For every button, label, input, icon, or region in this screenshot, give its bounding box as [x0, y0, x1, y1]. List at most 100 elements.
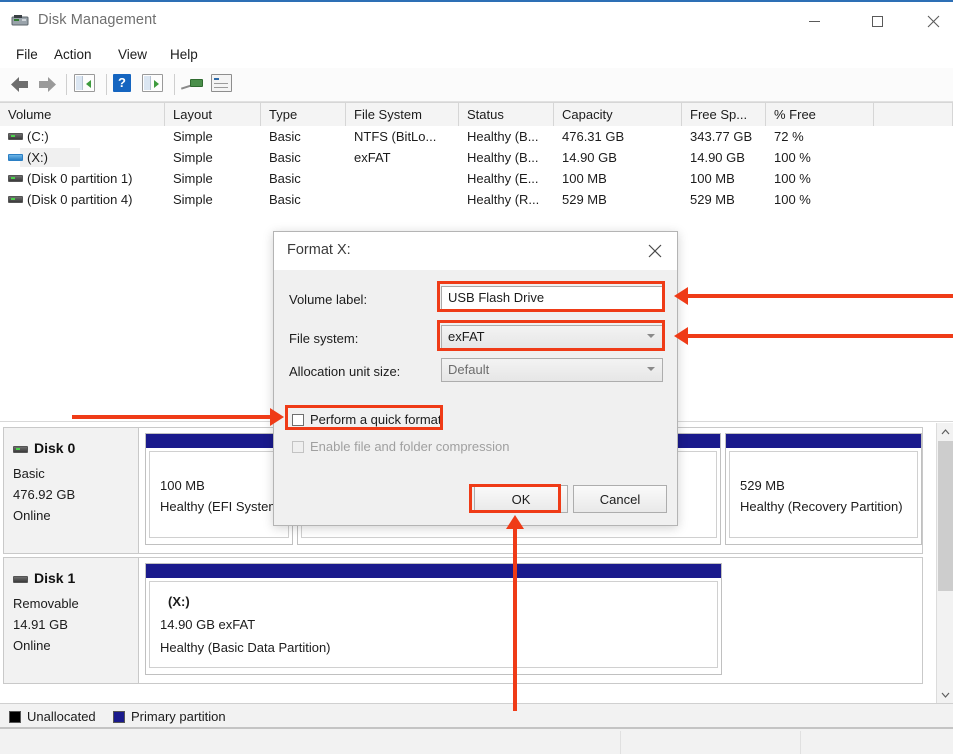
status-divider-2 — [800, 731, 801, 754]
cell-volume: (C:) — [27, 129, 49, 144]
disk-icon — [13, 446, 28, 453]
scrollbar-thumb[interactable] — [938, 441, 953, 591]
dialog-close-button[interactable] — [632, 232, 677, 269]
cell-file-system: NTFS (BitLo... — [354, 129, 437, 144]
disk-row-1[interactable]: Disk 1 Removable 14.91 GB Online (X:) 14… — [3, 557, 923, 684]
disk-partitions-1: (X:) 14.90 GB exFAT Healthy (Basic Data … — [140, 558, 922, 683]
cell-layout: Simple — [173, 129, 213, 144]
drive-icon-dark — [8, 196, 23, 203]
toolbar-separator-2 — [106, 74, 107, 95]
cancel-button[interactable]: Cancel — [573, 485, 667, 513]
cell-type: Basic — [269, 192, 301, 207]
column-header-file-system[interactable]: File System — [346, 103, 459, 126]
table-row[interactable]: (Disk 0 partition 4) Simple Basic Healthy (… — [0, 189, 953, 210]
chevron-down-icon — [647, 367, 655, 371]
cell-volume: (Disk 0 partition 1) — [27, 171, 133, 186]
column-header-volume[interactable]: Volume — [0, 103, 165, 126]
partition-efi[interactable]: 100 MB Healthy (EFI System Partition) — [145, 433, 335, 545]
dialog-title-bar: Format X: — [274, 232, 677, 270]
column-header-status[interactable]: Status — [459, 103, 554, 126]
forward-icon[interactable] — [36, 74, 58, 96]
partition-size: 529 MB — [740, 478, 785, 493]
graphic-view-scrollbar[interactable] — [936, 423, 953, 703]
volume-label-label: Volume label: — [289, 292, 368, 307]
cell-file-system — [354, 168, 459, 189]
menu-view[interactable]: View — [114, 45, 151, 64]
properties-icon[interactable] — [211, 74, 232, 96]
legend-bar: Unallocated Primary partition — [0, 703, 953, 729]
window-title: Disk Management — [38, 12, 157, 28]
close-icon — [927, 15, 940, 27]
close-icon — [648, 244, 661, 257]
table-row[interactable]: (C:) Simple Basic NTFS (BitLo... Healthy (B.… — [0, 126, 953, 147]
file-system-value: exFAT — [448, 329, 485, 344]
cell-layout: Simple — [173, 171, 213, 186]
title-bar: Disk Management — [0, 0, 953, 40]
disk-type: Basic — [13, 466, 45, 481]
volume-list-header: Volume Layout Type File System Status Capacit… — [0, 102, 953, 126]
partition-recovery[interactable]: 529 MB Healthy (Recovery Partition) — [725, 433, 922, 545]
status-divider-1 — [620, 731, 621, 754]
menu-file[interactable]: File — [12, 45, 42, 64]
cell-capacity: 476.31 GB — [562, 129, 625, 144]
rescan-disks-icon[interactable] — [180, 74, 203, 96]
help-icon[interactable]: ? — [113, 74, 131, 96]
close-button[interactable] — [910, 2, 953, 40]
drive-icon-blue — [8, 154, 23, 161]
column-header-type[interactable]: Type — [261, 103, 346, 126]
cell-status: Healthy (E... — [467, 171, 539, 186]
table-row[interactable]: (X:) Simple Basic exFAT Healthy (B... 14.90 G… — [0, 147, 953, 168]
cell-layout: Simple — [173, 192, 213, 207]
allocation-unit-size-value: Default — [448, 362, 490, 377]
column-header-layout[interactable]: Layout — [165, 103, 261, 126]
cell-volume: (Disk 0 partition 4) — [27, 192, 133, 207]
column-header-free-sp[interactable]: Free Sp... — [682, 103, 766, 126]
toolbar-separator-1 — [66, 74, 67, 95]
file-system-label: File system: — [289, 331, 359, 346]
format-dialog: Format X: Volume label: USB Flash Drive … — [273, 231, 678, 526]
file-system-select[interactable]: exFAT — [441, 325, 663, 349]
cell-capacity: 14.90 GB — [562, 150, 617, 165]
quick-format-label: Perform a quick format — [310, 412, 442, 427]
menu-bar: File Action View Help — [0, 40, 953, 68]
back-arrow-icon — [11, 77, 28, 92]
dialog-title: Format X: — [287, 242, 351, 258]
disk-info-1: Disk 1 Removable 14.91 GB Online — [4, 558, 139, 683]
volume-label-field[interactable]: USB Flash Drive — [441, 286, 663, 310]
partition-body: 100 MB Healthy (EFI System Partition) — [149, 451, 335, 538]
legend-label-primary: Primary partition — [131, 709, 226, 724]
cell-capacity: 100 MB — [562, 171, 607, 186]
cell-free-space: 343.77 GB — [690, 129, 753, 144]
legend-swatch-unallocated — [9, 711, 21, 723]
ok-button[interactable]: OK — [474, 485, 568, 513]
cell-percent-free: 100 % — [774, 171, 811, 186]
toolbar-separator-3 — [174, 74, 175, 95]
menu-help[interactable]: Help — [166, 45, 202, 64]
cell-type: Basic — [269, 129, 301, 144]
scroll-up-icon[interactable] — [937, 423, 953, 440]
maximize-button[interactable] — [854, 2, 901, 40]
cell-volume: (X:) — [27, 150, 48, 165]
checkbox-box — [292, 441, 304, 453]
cell-file-system — [354, 189, 459, 210]
minimize-button[interactable] — [791, 2, 838, 40]
partition-x[interactable]: (X:) 14.90 GB exFAT Healthy (Basic Data … — [145, 563, 722, 675]
show-hide-console-tree-icon[interactable] — [74, 74, 95, 96]
scroll-down-icon[interactable] — [937, 686, 953, 703]
cell-capacity: 529 MB — [562, 192, 607, 207]
table-row[interactable]: (Disk 0 partition 1) Simple Basic Healthy (… — [0, 168, 953, 189]
status-bar — [0, 729, 953, 754]
disk-management-window: Disk Management File Action View Help ? … — [0, 0, 953, 754]
disk-type: Removable — [13, 596, 79, 611]
column-header-capacity[interactable]: Capacity — [554, 103, 682, 126]
disk-icon — [13, 576, 28, 583]
volume-list-body: (C:) Simple Basic NTFS (BitLo... Healthy (B.… — [0, 126, 953, 210]
menu-action[interactable]: Action — [50, 45, 96, 64]
show-hide-action-pane-icon[interactable] — [142, 74, 163, 96]
back-icon[interactable] — [9, 74, 31, 96]
allocation-unit-size-select[interactable]: Default — [441, 358, 663, 382]
cell-status: Healthy (B... — [467, 150, 539, 165]
column-header-blank[interactable] — [874, 103, 953, 126]
compression-label: Enable file and folder compression — [310, 439, 510, 454]
column-header-free[interactable]: % Free — [766, 103, 874, 126]
